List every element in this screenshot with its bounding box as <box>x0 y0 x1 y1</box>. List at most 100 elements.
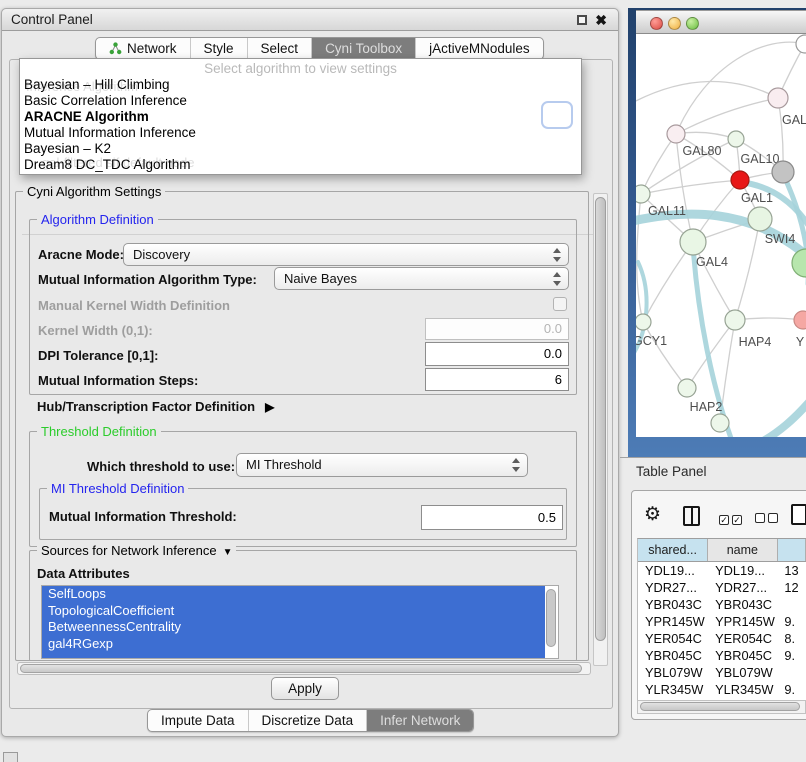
network-node-label: GAL10 <box>741 152 780 166</box>
network-node-hap4[interactable] <box>725 310 745 330</box>
algorithm-option[interactable]: Mutual Information Inference <box>20 125 581 141</box>
algorithm-definition-title: Algorithm Definition <box>37 212 158 227</box>
table-cell: 9. <box>777 681 806 698</box>
sources-group-title[interactable]: Sources for Network Inference▼ <box>37 543 236 558</box>
network-canvas[interactable]: GALGAL80GAL10GAL1GAL11SWI4GAL4GCY1HAP4YH… <box>636 34 806 437</box>
settings-vertical-scrollbar[interactable] <box>593 193 608 666</box>
network-edge[interactable] <box>641 134 676 194</box>
network-edge[interactable] <box>637 194 643 322</box>
tab-network[interactable]: Network <box>96 38 190 59</box>
table-hscrollbar-thumb[interactable] <box>640 702 800 711</box>
select-all-checkboxes-icon[interactable]: ✓✓ <box>719 510 745 528</box>
network-edge[interactable] <box>643 322 687 388</box>
zoom-traffic-light-icon[interactable] <box>686 17 699 30</box>
attribute-item[interactable]: SelfLoops <box>42 586 545 603</box>
table-cell: YER054C <box>638 630 708 647</box>
float-icon[interactable] <box>577 15 587 25</box>
table-row[interactable]: YDL19...YDL19...13 <box>638 562 806 579</box>
which-threshold-select[interactable]: MI Threshold <box>236 453 528 477</box>
network-edge[interactable] <box>676 98 778 134</box>
network-node-hap2[interactable] <box>678 379 696 397</box>
table-header-row: shared...name <box>638 539 806 562</box>
network-node-gal4[interactable] <box>680 229 706 255</box>
network-node-gal-top[interactable] <box>768 88 788 108</box>
bottom-tab-discretize-data[interactable]: Discretize Data <box>248 710 367 731</box>
data-attributes-list[interactable]: SelfLoopsTopologicalCoefficientBetweenne… <box>41 585 559 659</box>
settings-hscrollbar-thumb[interactable] <box>20 664 582 673</box>
network-window-titlebar[interactable] <box>636 10 806 34</box>
network-node-gal10[interactable] <box>728 131 744 147</box>
network-node-gal11[interactable] <box>636 185 650 203</box>
network-node-node-top[interactable] <box>796 35 806 53</box>
attribute-item[interactable]: BetweennessCentrality <box>42 619 545 636</box>
settings-horizontal-scrollbar[interactable] <box>17 662 591 675</box>
tab-cyni-toolbox[interactable]: Cyni Toolbox <box>311 38 415 59</box>
network-node-gcy1[interactable] <box>636 314 651 330</box>
mi-steps-field[interactable]: 6 <box>425 368 569 391</box>
tab-select[interactable]: Select <box>247 38 312 59</box>
network-node-gray-node[interactable] <box>772 161 794 183</box>
settings-scrollbar-thumb[interactable] <box>595 197 606 641</box>
table-cell <box>777 596 806 613</box>
kernel-width-field[interactable]: 0.0 <box>425 318 569 340</box>
dpi-tolerance-field[interactable]: 0.0 <box>425 342 569 366</box>
network-node-green-right[interactable] <box>792 249 806 277</box>
document-icon[interactable] <box>791 504 806 525</box>
bottom-grip-icon[interactable] <box>3 752 18 762</box>
network-node-label: GAL <box>782 113 806 127</box>
table-cell: 9. <box>777 613 806 630</box>
table-column-header[interactable]: name <box>708 539 777 561</box>
bottom-tab-infer-network[interactable]: Infer Network <box>366 710 473 731</box>
table-row[interactable]: YBL079WYBL079W <box>638 664 806 681</box>
hidden-combo-focus-ring <box>541 101 573 129</box>
network-node-gal80[interactable] <box>667 125 685 143</box>
table-row[interactable]: YBR043CYBR043C <box>638 596 806 613</box>
network-edge[interactable] <box>641 180 740 194</box>
node-table[interactable]: shared...nameYDL19...YDL19...13YDR27...Y… <box>637 538 806 700</box>
close-icon[interactable]: ✖ <box>595 11 607 29</box>
mi-type-label: Mutual Information Algorithm Type: <box>38 272 257 287</box>
table-row[interactable]: YLR345WYLR345W9. <box>638 681 806 698</box>
attribute-item[interactable]: TopologicalCoefficient <box>42 603 545 620</box>
bottom-tab-impute-data[interactable]: Impute Data <box>148 710 248 731</box>
algorithm-option[interactable]: ARACNE Algorithm <box>20 109 581 125</box>
table-column-header[interactable]: shared... <box>638 539 708 561</box>
network-edge[interactable] <box>643 242 693 322</box>
table-horizontal-scrollbar[interactable] <box>637 700 806 714</box>
mi-steps-label: Mutual Information Steps: <box>38 373 198 388</box>
hidden-label-inference-algorithm: Inference Algorithm <box>26 79 138 94</box>
clear-checkboxes-icon[interactable] <box>755 510 781 528</box>
network-graph[interactable]: GALGAL80GAL10GAL1GAL11SWI4GAL4GCY1HAP4YH… <box>636 34 806 437</box>
close-traffic-light-icon[interactable] <box>650 17 663 30</box>
tab-jactivemnodules[interactable]: jActiveMNodules <box>415 38 543 59</box>
table-row[interactable]: YPR145WYPR145W9. <box>638 613 806 630</box>
aracne-mode-select[interactable]: Discovery <box>123 243 569 266</box>
attribute-item[interactable]: gal4RGexp <box>42 636 545 653</box>
manual-kernel-checkbox[interactable] <box>553 297 567 311</box>
table-row[interactable]: YBR045CYBR045C9. <box>638 647 806 664</box>
apply-button[interactable]: Apply <box>271 677 339 700</box>
minimize-traffic-light-icon[interactable] <box>668 17 681 30</box>
attribute-item-clipped[interactable] <box>42 652 545 659</box>
table-row[interactable]: YER054CYER054C8. <box>638 630 806 647</box>
mi-threshold-field[interactable]: 0.5 <box>421 505 563 530</box>
gear-icon[interactable]: ⚙ <box>644 503 661 526</box>
network-node-pink-right[interactable] <box>794 311 806 329</box>
table-row[interactable]: YDR27...YDR27...12 <box>638 579 806 596</box>
network-node-gal1[interactable] <box>731 171 749 189</box>
network-edge[interactable] <box>735 219 760 320</box>
table-column-header[interactable] <box>778 539 806 561</box>
algorithm-option[interactable]: Basic Correlation Inference <box>20 93 581 109</box>
hub-definition-section[interactable]: Hub/Transcription Factor Definition▶ <box>37 399 274 414</box>
column-layout-icon[interactable] <box>683 506 700 526</box>
network-node-node-bottom[interactable] <box>711 414 729 432</box>
network-node-swi4[interactable] <box>748 207 772 231</box>
network-node-label: SWI4 <box>765 232 796 246</box>
aracne-mode-value: Discovery <box>133 247 190 262</box>
aracne-mode-label: Aracne Mode: <box>38 247 124 262</box>
attributes-list-scrollbar[interactable] <box>546 589 556 647</box>
mi-type-select[interactable]: Naive Bayes <box>274 267 569 290</box>
network-edge-highlighted[interactable] <box>754 394 806 437</box>
tab-style[interactable]: Style <box>190 38 247 59</box>
network-node-label: GAL1 <box>741 191 773 205</box>
